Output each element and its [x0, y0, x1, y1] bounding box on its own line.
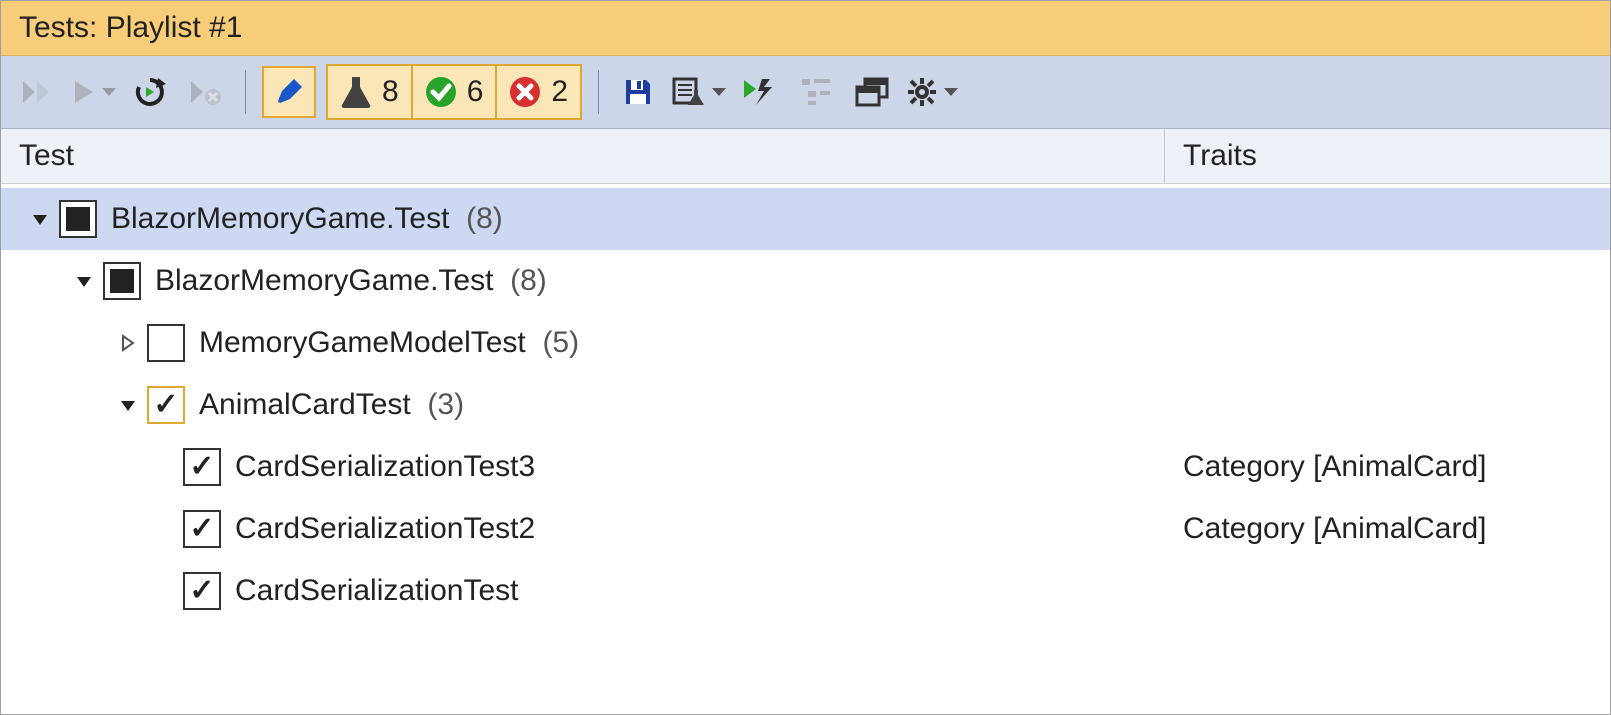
- checkbox-unchecked[interactable]: [147, 324, 185, 362]
- edit-playlist-button[interactable]: [262, 66, 316, 118]
- column-header-test[interactable]: Test: [1, 129, 1165, 183]
- windows-stack-icon: [855, 77, 889, 107]
- settings-button[interactable]: [905, 66, 959, 118]
- toolbar-separator: [598, 70, 599, 114]
- tree-node-class[interactable]: ✓ AnimalCardTest (3): [1, 374, 1610, 436]
- show-windows-button[interactable]: [849, 66, 895, 118]
- node-label: BlazorMemoryGame.Test (8): [111, 202, 503, 236]
- run-until-failure-button[interactable]: [737, 66, 783, 118]
- group-by-button[interactable]: [793, 66, 839, 118]
- column-header-traits[interactable]: Traits: [1165, 129, 1610, 183]
- tree-node-test[interactable]: ✓ CardSerializationTest2 Category [Anima…: [1, 498, 1610, 560]
- x-circle-icon: [509, 76, 541, 108]
- repeat-last-run-button[interactable]: [127, 66, 173, 118]
- play-bolt-icon: [742, 77, 778, 107]
- tree-node-class[interactable]: MemoryGameModelTest (5): [1, 312, 1610, 374]
- tree-node-test[interactable]: ✓ CardSerializationTest3 Category [Anima…: [1, 436, 1610, 498]
- expander-collapse-icon[interactable]: [27, 206, 53, 232]
- test-label: CardSerializationTest2: [235, 512, 535, 546]
- checkbox-checked[interactable]: ✓: [183, 572, 221, 610]
- checkbox-checked[interactable]: ✓: [183, 510, 221, 548]
- node-label: AnimalCardTest (3): [199, 388, 464, 422]
- passed-tests-count[interactable]: 6: [413, 64, 498, 120]
- flask-icon: [340, 75, 372, 109]
- hierarchy-icon: [800, 77, 832, 107]
- expander-collapse-icon[interactable]: [71, 268, 97, 294]
- expander-collapse-icon[interactable]: [115, 392, 141, 418]
- playlist-options-button[interactable]: [671, 66, 727, 118]
- test-traits: Category [AnimalCard]: [1165, 450, 1610, 484]
- expander-expand-icon[interactable]: [115, 330, 141, 356]
- checkbox-checked[interactable]: ✓: [183, 448, 221, 486]
- test-label: CardSerializationTest3: [235, 450, 535, 484]
- toolbar: 8 6 2: [1, 56, 1610, 129]
- checkbox-indeterminate[interactable]: [59, 200, 97, 238]
- chevron-down-icon: [712, 88, 726, 96]
- node-label: MemoryGameModelTest (5): [199, 326, 579, 360]
- tree-node-test[interactable]: ✓ CardSerializationTest: [1, 560, 1610, 622]
- node-label: BlazorMemoryGame.Test (8): [155, 264, 547, 298]
- test-traits: Category [AnimalCard]: [1165, 512, 1610, 546]
- cancel-run-play-button[interactable]: [183, 66, 229, 118]
- test-tree: BlazorMemoryGame.Test (8) BlazorMemoryGa…: [1, 184, 1610, 626]
- checkbox-indeterminate[interactable]: [103, 262, 141, 300]
- test-label: CardSerializationTest: [235, 574, 518, 608]
- run-button[interactable]: [71, 66, 117, 118]
- tree-node-project[interactable]: BlazorMemoryGame.Test (8): [1, 188, 1610, 250]
- chevron-down-icon: [102, 88, 116, 96]
- column-headers: Test Traits: [1, 129, 1610, 184]
- gear-icon: [906, 76, 938, 108]
- total-tests-count[interactable]: 8: [326, 64, 413, 120]
- chevron-down-icon: [944, 88, 958, 96]
- failed-count-value: 2: [551, 75, 568, 109]
- total-count-value: 8: [382, 75, 399, 109]
- test-counts-group: 8 6 2: [326, 64, 582, 120]
- tree-node-namespace[interactable]: BlazorMemoryGame.Test (8): [1, 250, 1610, 312]
- save-icon: [622, 76, 654, 108]
- run-all-stepover-button[interactable]: [15, 66, 61, 118]
- save-playlist-button[interactable]: [615, 66, 661, 118]
- window-title: Tests: Playlist #1: [1, 1, 1610, 56]
- playlist-flask-icon: [672, 76, 706, 108]
- failed-tests-count[interactable]: 2: [497, 64, 582, 120]
- toolbar-separator: [245, 70, 246, 114]
- check-circle-icon: [425, 76, 457, 108]
- title-text: Tests: Playlist #1: [19, 11, 242, 44]
- checkbox-checked[interactable]: ✓: [147, 386, 185, 424]
- passed-count-value: 6: [467, 75, 484, 109]
